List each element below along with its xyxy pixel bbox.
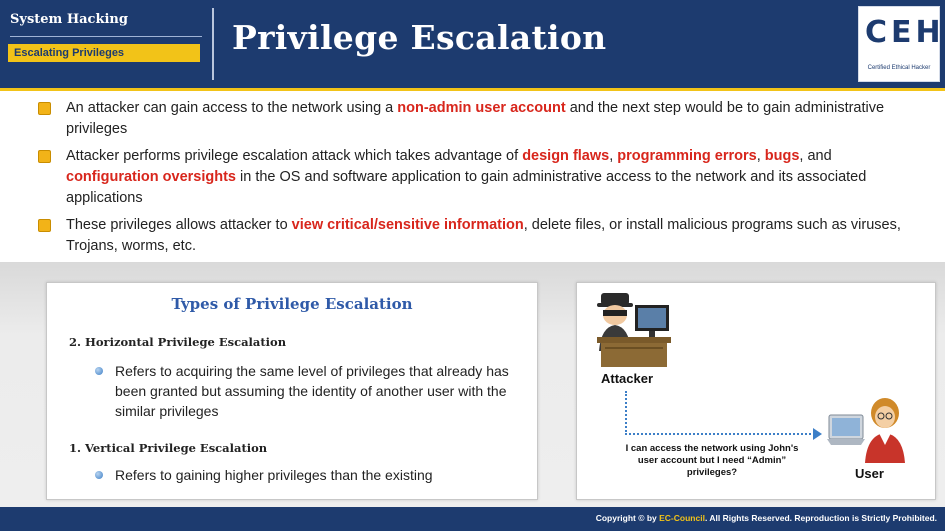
types-panel: Types of Privilege Escalation 2. Horizon…: [46, 282, 538, 500]
bullet-text: Attacker performs privilege escalation a…: [66, 148, 523, 164]
bullet-text: ,: [756, 148, 765, 164]
attacker-speech: I can access the network using John's us…: [625, 443, 799, 478]
bullet-text: , and: [799, 148, 832, 164]
logo-tagline: Certified Ethical Hacker: [867, 65, 931, 71]
attacker-label: Attacker: [601, 371, 654, 386]
bullet-dot-icon: [95, 367, 103, 375]
section-divider: [10, 36, 202, 37]
bullet-item: Attacker performs privilege escalation a…: [26, 146, 926, 209]
section-title: System Hacking: [10, 12, 128, 27]
highlight-text: design flaws: [522, 148, 610, 164]
copyright-brand: EC-Council: [659, 513, 705, 523]
highlight-text: view critical/sensitive information: [291, 217, 524, 233]
type-desc-text: Refers to acquiring the same level of pr…: [115, 363, 509, 419]
type-desc-vertical: Refers to gaining higher privileges than…: [95, 465, 515, 485]
copyright-prefix: Copyright © by: [595, 513, 660, 523]
type-heading-vertical: 1. Vertical Privilege Escalation: [69, 441, 268, 455]
highlight-text: bugs: [764, 148, 800, 164]
user-label: User: [855, 466, 884, 481]
bullet-text: An attacker can gain access to the netwo…: [66, 100, 398, 116]
types-title: Types of Privilege Escalation: [171, 295, 413, 313]
copyright-suffix: . All Rights Reserved. Reproduction is S…: [704, 513, 937, 523]
section-breadcrumb: System Hacking Escalating Privileges: [8, 8, 204, 78]
bullet-dot-icon: [95, 471, 103, 479]
square-bullet-icon: [38, 150, 51, 163]
connector-line-horizontal: [625, 433, 815, 435]
page-title: Privilege Escalation: [232, 18, 607, 57]
highlight-text: programming errors: [617, 148, 757, 164]
logo-letters: CEH: [865, 15, 945, 50]
arrow-right-icon: [813, 428, 822, 440]
highlight-text: configuration oversights: [66, 169, 236, 185]
ceh-logo: CEH Certified Ethical Hacker: [858, 6, 945, 82]
attacker-icon: [597, 293, 671, 367]
subsection-label: Escalating Privileges: [8, 44, 200, 62]
type-desc-text: Refers to gaining higher privileges than…: [115, 467, 433, 483]
highlight-text: non-admin user account: [397, 100, 566, 116]
footer-bar: Copyright © by EC-Council. All Rights Re…: [0, 507, 945, 531]
header-gold-rule: [0, 88, 945, 91]
bullet-item: These privileges allows attacker to view…: [26, 215, 926, 257]
bullet-list: An attacker can gain access to the netwo…: [26, 98, 926, 263]
connector-line-vertical: [625, 391, 627, 435]
copyright-text: Copyright © by EC-Council. All Rights Re…: [596, 513, 937, 523]
type-heading-horizontal: 2. Horizontal Privilege Escalation: [69, 335, 287, 349]
user-icon: [827, 398, 905, 463]
type-desc-horizontal: Refers to acquiring the same level of pr…: [95, 361, 515, 421]
header-divider: [212, 8, 214, 80]
square-bullet-icon: [38, 102, 51, 115]
bullet-item: An attacker can gain access to the netwo…: [26, 98, 926, 140]
bullet-text: These privileges allows attacker to: [66, 217, 292, 233]
diagram-panel: Attacker I can access the network using …: [576, 282, 936, 500]
square-bullet-icon: [38, 219, 51, 232]
header-bar: System Hacking Escalating Privileges Pri…: [0, 0, 945, 90]
